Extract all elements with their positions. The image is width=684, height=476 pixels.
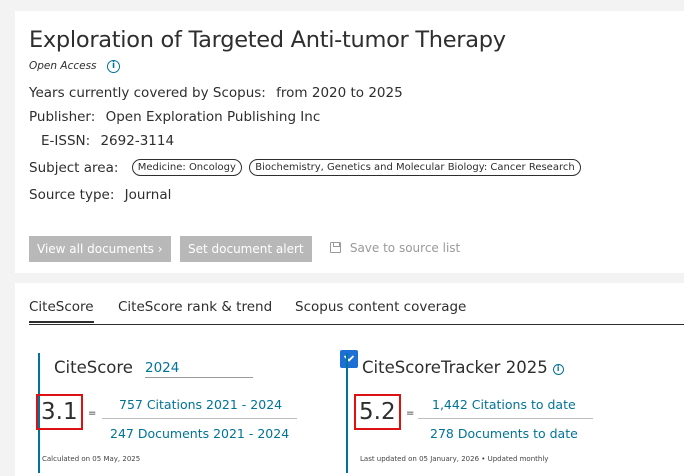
tab-citescore[interactable]: CiteScore [29,299,94,323]
tracker-updated-note: Last updated on 05 January, 2026 • Updat… [360,455,549,463]
tab-citescore-rank-trend[interactable]: CiteScore rank & trend [118,299,272,315]
citescore-tracker-value: 5.2 [354,394,401,430]
eissn-value: 2692-3114 [100,133,175,149]
subject-chip-cancer-research[interactable]: Biochemistry, Genetics and Molecular Bio… [249,159,581,176]
coverage-row: Years currently covered by Scopus: from … [29,85,403,101]
source-details-card: Exploration of Targeted Anti-tumor Thera… [15,11,684,273]
save-to-source-list-button[interactable]: Save to source list [330,241,460,255]
source-title: Exploration of Targeted Anti-tumor Thera… [29,27,506,53]
source-type-label: Source type: [29,187,115,203]
citescore-year-value: 2024 [145,360,180,376]
tracker-documents-link[interactable]: 278 Documents to date [430,426,578,441]
fraction-divider [418,418,593,419]
citescore-year-select[interactable]: 2024 [145,350,358,378]
citescore-value: 3.1 [36,394,83,430]
tracker-citations-link[interactable]: 1,442 Citations to date [432,397,576,412]
eissn-row: E-ISSN: 2692-3114 [41,133,174,149]
source-type-value: Journal [124,187,172,203]
source-type-row: Source type: Journal [29,187,171,203]
chevron-right-icon: › [157,242,163,256]
fraction-divider [102,418,297,419]
citescore-tracker-label: CiteScoreTracker 2025 i [362,358,564,377]
save-to-source-list-label: Save to source list [349,241,461,255]
coverage-value: from 2020 to 2025 [276,85,403,101]
equals-sign: = [88,408,97,419]
tab-scopus-content-coverage[interactable]: Scopus content coverage [295,299,466,315]
subject-chip-oncology[interactable]: Medicine: Oncology [131,159,242,176]
publisher-row: Publisher: Open Exploration Publishing I… [29,109,320,125]
save-icon [330,242,341,253]
info-icon[interactable]: i [107,60,120,73]
eissn-label: E-ISSN: [41,133,91,149]
view-all-documents-label: View all documents [37,242,154,256]
citescore-citations-link[interactable]: 757 Citations 2021 - 2024 [119,397,282,412]
citescore-documents-link[interactable]: 247 Documents 2021 - 2024 [110,426,289,441]
subject-area-label: Subject area: [29,159,119,176]
open-access-label: Open Access [29,60,97,72]
subject-area-row: Subject area: Medicine: Oncology Biochem… [29,159,581,176]
equals-sign: = [406,408,415,419]
info-icon[interactable]: i [552,364,564,375]
set-document-alert-button[interactable]: Set document alert [180,236,312,262]
publisher-label: Publisher: [29,109,96,125]
citescore-calculated-date: Calculated on 05 May, 2025 [42,455,141,463]
coverage-label: Years currently covered by Scopus: [29,85,266,101]
publisher-value: Open Exploration Publishing Inc [105,109,321,125]
metrics-tabs: CiteScore CiteScore rank & trend Scopus … [29,299,684,325]
view-all-documents-button[interactable]: View all documents › [29,236,171,262]
citescore-panel: CiteScore 2024 3.1 = 757 Citations 2021 … [36,350,358,473]
citescore-tracker-panel: CiteScoreTracker 2025 i 5.2 = 1,442 Citat… [346,353,626,473]
citescore-label: CiteScore [54,358,133,377]
metrics-card: CiteScore CiteScore rank & trend Scopus … [15,283,684,476]
